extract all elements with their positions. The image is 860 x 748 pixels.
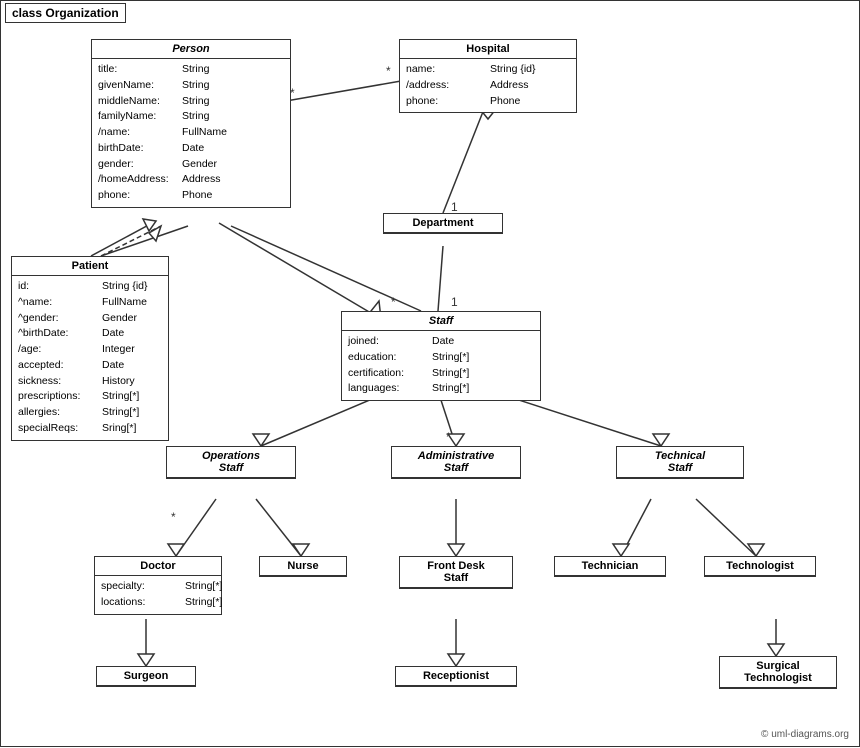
class-doctor-body: specialty:String[*] locations:String[*] — [95, 576, 221, 614]
class-patient-body: id:String {id} ^name:FullName ^gender:Ge… — [12, 276, 168, 440]
svg-text:1: 1 — [451, 200, 458, 214]
class-surgeon-header: Surgeon — [97, 667, 195, 686]
class-surgical-technologist: SurgicalTechnologist — [719, 656, 837, 689]
class-operations-staff: OperationsStaff — [166, 446, 296, 479]
svg-text:*: * — [446, 430, 451, 444]
class-hospital-header: Hospital — [400, 40, 576, 59]
class-nurse-header: Nurse — [260, 557, 346, 576]
class-technical-staff-header: TechnicalStaff — [617, 447, 743, 478]
svg-text:*: * — [386, 64, 391, 78]
class-doctor-header: Doctor — [95, 557, 221, 576]
class-front-desk-staff-header: Front DeskStaff — [400, 557, 512, 588]
class-surgical-technologist-header: SurgicalTechnologist — [720, 657, 836, 688]
class-technologist-header: Technologist — [705, 557, 815, 576]
class-surgeon: Surgeon — [96, 666, 196, 687]
class-staff: Staff joined:Date education:String[*] ce… — [341, 311, 541, 401]
class-doctor: Doctor specialty:String[*] locations:Str… — [94, 556, 222, 615]
class-receptionist: Receptionist — [395, 666, 517, 687]
class-administrative-staff-header: AdministrativeStaff — [392, 447, 520, 478]
class-nurse: Nurse — [259, 556, 347, 577]
svg-text:1: 1 — [451, 295, 458, 309]
class-technical-staff: TechnicalStaff — [616, 446, 744, 479]
svg-text:*: * — [171, 510, 176, 524]
class-front-desk-staff: Front DeskStaff — [399, 556, 513, 589]
class-patient: Patient id:String {id} ^name:FullName ^g… — [11, 256, 169, 441]
class-person-header: Person — [92, 40, 290, 59]
class-hospital-body: name:String {id} /address:Address phone:… — [400, 59, 576, 112]
svg-text:*: * — [391, 295, 396, 309]
class-person-body: title:String givenName:String middleName… — [92, 59, 290, 207]
class-department-header: Department — [384, 214, 502, 233]
diagram-label: class Organization — [5, 3, 126, 23]
class-administrative-staff: AdministrativeStaff — [391, 446, 521, 479]
class-technician: Technician — [554, 556, 666, 577]
class-technologist: Technologist — [704, 556, 816, 577]
class-patient-header: Patient — [12, 257, 168, 276]
copyright: © uml-diagrams.org — [761, 729, 849, 740]
class-receptionist-header: Receptionist — [396, 667, 516, 686]
diagram-container: class Organization * * — [0, 0, 860, 747]
class-operations-staff-header: OperationsStaff — [167, 447, 295, 478]
class-hospital: Hospital name:String {id} /address:Addre… — [399, 39, 577, 113]
class-department: Department — [383, 213, 503, 234]
class-staff-header: Staff — [342, 312, 540, 331]
class-staff-body: joined:Date education:String[*] certific… — [342, 331, 540, 400]
class-technician-header: Technician — [555, 557, 665, 576]
class-person: Person title:String givenName:String mid… — [91, 39, 291, 208]
